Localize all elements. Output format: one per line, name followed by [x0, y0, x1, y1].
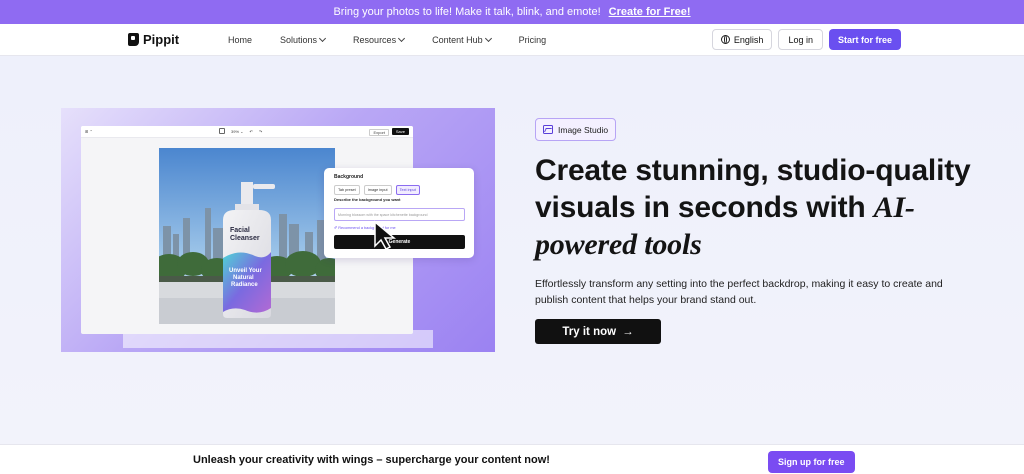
product-brand-line2: Cleanser [230, 235, 260, 242]
nav-item-content-hub[interactable]: Content Hub [432, 34, 492, 45]
product-tagline2: Natural [233, 275, 254, 281]
product-photo: Facial Cleanser Unveil Your Natural Radi… [159, 148, 335, 324]
toolbar-center: 39% ⌄ ↶ ↷ [219, 128, 262, 134]
badge-label: Image Studio [558, 124, 609, 135]
image-studio-badge: Image Studio [535, 118, 617, 141]
chevron-down-icon [398, 34, 406, 42]
nav-item-pricing[interactable]: Pricing [519, 35, 547, 45]
nav-resources-label: Resources [353, 34, 397, 45]
editor-toolbar: ⊞ ⌃ 39% ⌄ ↶ ↷ Export Save [81, 126, 413, 138]
cursor-pointer-icon [374, 220, 397, 250]
redo-icon: ↷ [258, 128, 263, 134]
background-prompt-field: Morning blossom with the space kitchenet… [334, 208, 465, 221]
promo-banner: Bring your photos to life! Make it talk,… [0, 0, 1024, 24]
product-tagline1: Unveil Your [229, 268, 262, 274]
nav-content-hub-label: Content Hub [432, 34, 483, 45]
brand-name: Pippit [143, 32, 180, 47]
sign-up-button[interactable]: Sign up for free [768, 451, 855, 473]
nav-pricing-label: Pricing [518, 34, 547, 45]
product-tagline3: Radiance [231, 282, 258, 288]
tab-text-input: Text input [395, 185, 420, 195]
chevron-down-icon [484, 34, 492, 42]
hero-headline: Create stunning, studio-quality visuals … [535, 152, 975, 263]
brand-logo[interactable]: Pippit [128, 32, 179, 47]
product-brand-line1: Facial [230, 227, 250, 234]
toolbar-left-icons: ⊞ ⌃ [85, 129, 93, 134]
tab-preset: Tab preset [334, 185, 360, 195]
chevron-down-icon [319, 34, 327, 42]
globe-icon [720, 35, 730, 44]
pippit-logo-icon [128, 33, 139, 46]
arrow-right-icon: → [622, 325, 634, 338]
panel-title: Background [334, 174, 364, 180]
try-it-now-button[interactable]: Try it now → [535, 319, 661, 344]
description-label: Describe the background you want [334, 197, 401, 202]
nav-home-label: Home [228, 34, 253, 45]
promo-text: Bring your photos to life! Make it talk,… [333, 6, 601, 18]
tab-image-input: Image input [363, 185, 392, 195]
login-button[interactable]: Log in [778, 29, 823, 50]
background-panel: Background Tab preset Image input Text i… [324, 168, 474, 258]
language-button[interactable]: English [711, 29, 773, 50]
promo-create-link[interactable]: Create for Free! [609, 6, 691, 18]
image-icon [543, 125, 553, 134]
nav-actions: English Log in Start for free [711, 29, 901, 50]
generate-button: Generate [334, 235, 465, 249]
nav-item-solutions[interactable]: Solutions [280, 34, 327, 45]
zoom-level: 39% ⌄ [231, 128, 244, 134]
nav-item-resources[interactable]: Resources [353, 34, 406, 45]
play-icon [219, 128, 225, 134]
start-for-free-button[interactable]: Start for free [828, 29, 901, 50]
undo-icon: ↶ [249, 128, 253, 134]
panel-tabs: Tab preset Image input Text input [334, 185, 420, 195]
nav-item-home[interactable]: Home [228, 35, 252, 45]
top-navbar: Pippit Home Solutions Resources Content … [0, 24, 1024, 56]
bottom-banner: Unleash your creativity with wings – sup… [0, 444, 1024, 474]
bottom-banner-text: Unleash your creativity with wings – sup… [193, 454, 550, 466]
main-menu: Home Solutions Resources Content Hub Pri… [228, 24, 574, 55]
language-label: English [733, 34, 764, 45]
save-button: Save [391, 128, 409, 135]
cta-label: Try it now [562, 325, 617, 338]
nav-solutions-label: Solutions [280, 34, 318, 45]
hero-subtext: Effortlessly transform any setting into … [535, 278, 943, 306]
export-button: Export [369, 129, 389, 136]
